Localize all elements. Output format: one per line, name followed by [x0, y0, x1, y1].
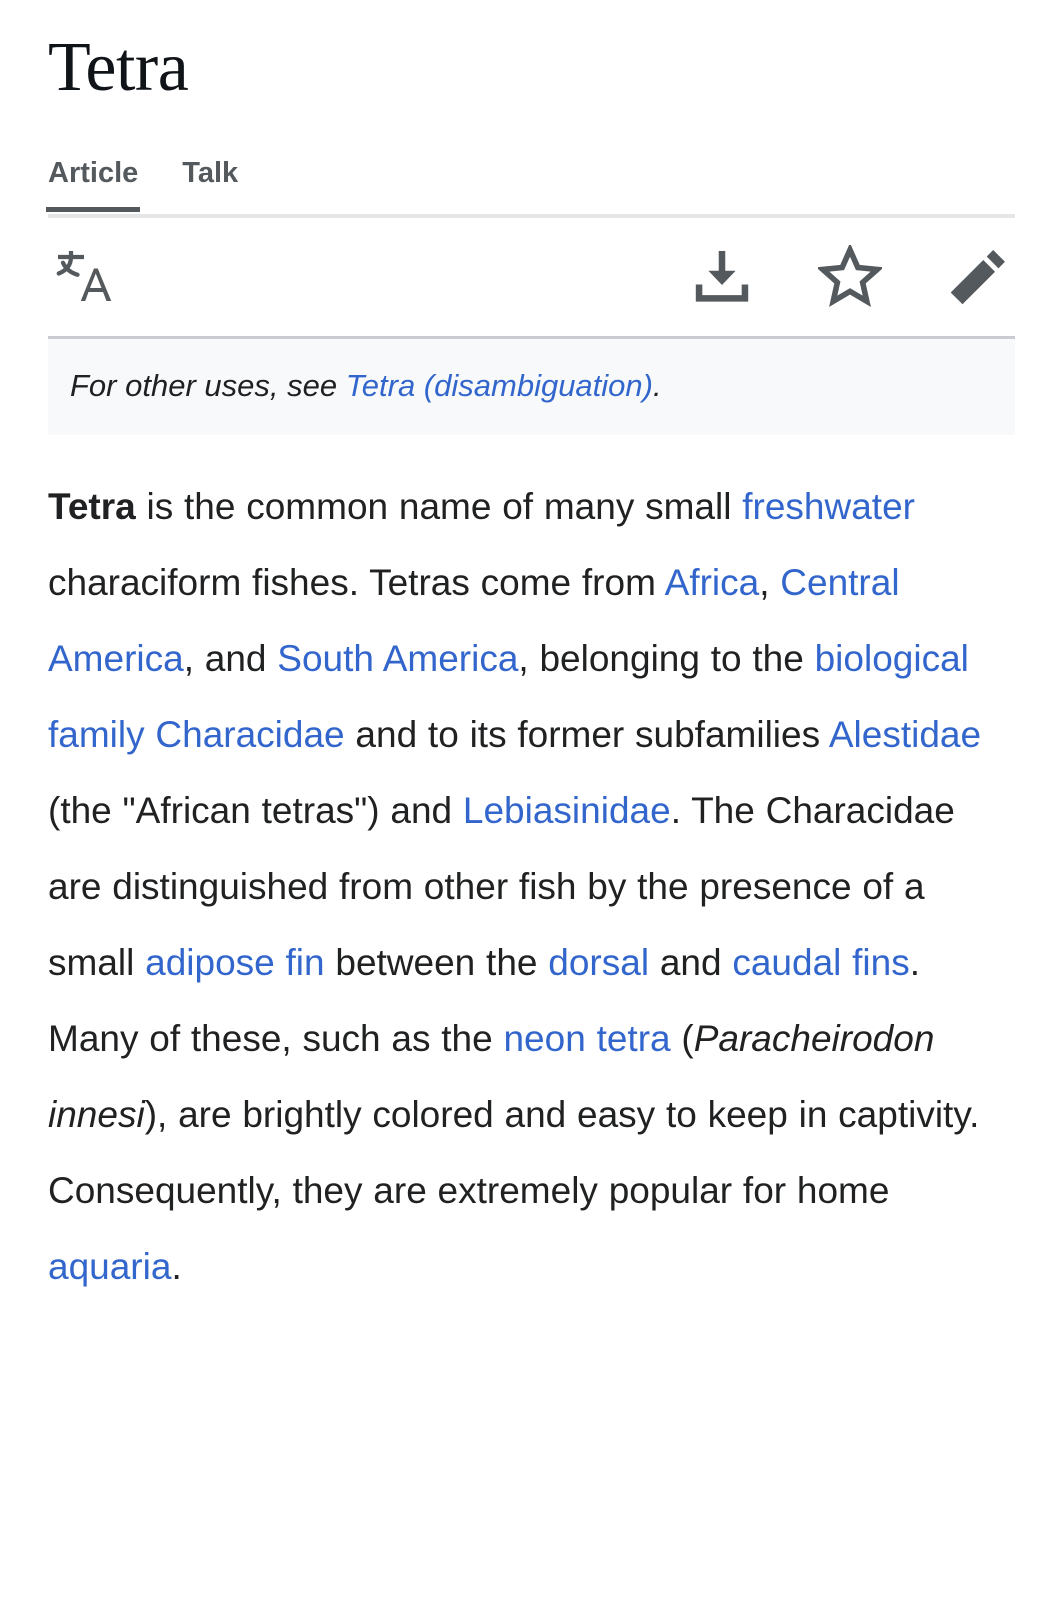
toolbar-left-group: [48, 240, 122, 314]
language-icon: [55, 249, 115, 305]
hatnote-prefix: For other uses, see: [70, 368, 346, 403]
star-outline-icon: [818, 245, 882, 309]
watchlist-star-button[interactable]: [813, 240, 887, 314]
lead-text: (the "African tetras") and: [48, 790, 463, 831]
lead-text: is the common name of many small: [135, 486, 743, 527]
lead-text: [145, 714, 156, 755]
lead-text: (: [670, 1018, 694, 1059]
link-dorsal[interactable]: dorsal: [548, 942, 649, 983]
lead-paragraph: Tetra is the common name of many small f…: [48, 469, 1015, 1305]
hatnote-link[interactable]: Tetra (disambiguation): [346, 368, 653, 403]
link-alestidae[interactable]: Alestidae: [829, 714, 981, 755]
link-characidae[interactable]: Characidae: [155, 714, 344, 755]
lead-text: and: [649, 942, 733, 983]
page-action-toolbar: [48, 218, 1015, 336]
lead-text: ), are brightly colored and easy to keep…: [48, 1094, 980, 1211]
page-title: Tetra: [48, 29, 189, 106]
tab-talk-label: Talk: [182, 157, 239, 189]
lead-text: between the: [324, 942, 549, 983]
title-container: Tetra: [0, 0, 1063, 110]
toolbar-right-group: [631, 240, 1015, 314]
edit-button[interactable]: [941, 240, 1015, 314]
lead-text: ,: [759, 562, 781, 603]
lead-text: and to its former subfamilies: [344, 714, 829, 755]
link-neon-tetra[interactable]: neon tetra: [503, 1018, 670, 1059]
link-south-america[interactable]: South America: [277, 638, 518, 679]
link-aquaria[interactable]: aquaria: [48, 1246, 171, 1287]
hatnote: For other uses, see Tetra (disambiguatio…: [48, 336, 1015, 435]
tab-article-label: Article: [48, 157, 139, 189]
language-switch-button[interactable]: [48, 240, 122, 314]
download-button[interactable]: [685, 240, 759, 314]
lead-text: .: [171, 1246, 182, 1287]
lead-text: , belonging to the: [518, 638, 815, 679]
pencil-edit-icon: [947, 246, 1009, 308]
link-caudal-fins[interactable]: caudal fins: [732, 942, 909, 983]
article-page: Tetra Article Talk For other uses, see T…: [0, 0, 1063, 1600]
link-freshwater[interactable]: freshwater: [742, 486, 915, 527]
link-africa[interactable]: Africa: [665, 562, 760, 603]
article-tabs: Article Talk: [45, 156, 1015, 218]
lead-text: characiform fishes. Tetras come from: [48, 562, 665, 603]
tab-talk[interactable]: Talk: [182, 156, 238, 190]
article-content: Tetra is the common name of many small f…: [48, 435, 1015, 1305]
hatnote-suffix: .: [652, 368, 662, 403]
lead-text: , and: [183, 638, 278, 679]
article-term: Tetra: [48, 486, 136, 527]
tab-article[interactable]: Article: [45, 156, 141, 212]
link-adipose-fin[interactable]: adipose fin: [145, 942, 324, 983]
link-lebiasinidae[interactable]: Lebiasinidae: [463, 790, 671, 831]
download-icon: [691, 246, 753, 308]
